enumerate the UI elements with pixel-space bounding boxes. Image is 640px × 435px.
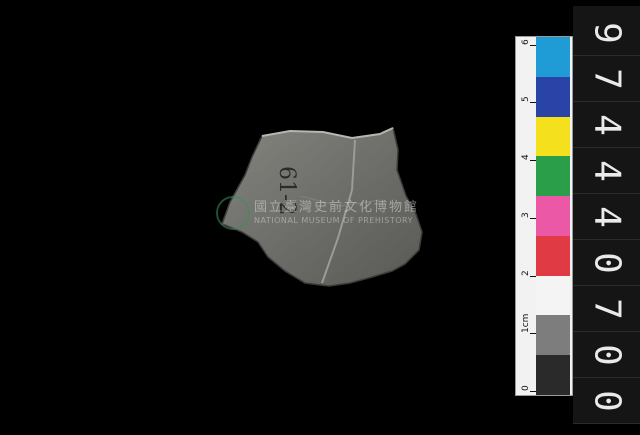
color-patch [536,116,570,157]
catalog-number-strip: 007044479 [573,6,640,424]
color-patch [536,235,570,276]
color-patch [536,275,570,316]
museum-logo-icon [216,196,250,230]
watermark-chinese: 國立臺灣史前文化博物館 [254,200,420,215]
photo-stage: 61-2 國立臺灣史前文化博物館 NATIONAL MUSEUM OF PREH… [0,0,640,424]
color-patch [536,196,570,236]
catalog-digit: 9 [586,22,628,44]
color-patch [536,37,570,77]
scale-number: 1cm [521,313,531,334]
color-patch [536,76,570,117]
color-patch [536,156,570,197]
color-patch [536,355,570,395]
color-scale-bar: 0 1cm 2 3 4 5 6 [515,36,573,396]
museum-watermark: 國立臺灣史前文化博物館 NATIONAL MUSEUM OF PREHISTOR… [216,194,430,234]
watermark-english: NATIONAL MUSEUM OF PREHISTORY [254,216,413,225]
cm-ruler: 0 1cm 2 3 4 5 6 [518,37,537,395]
color-patch [536,315,570,356]
catalog-digit-cell: 9 [573,10,640,56]
